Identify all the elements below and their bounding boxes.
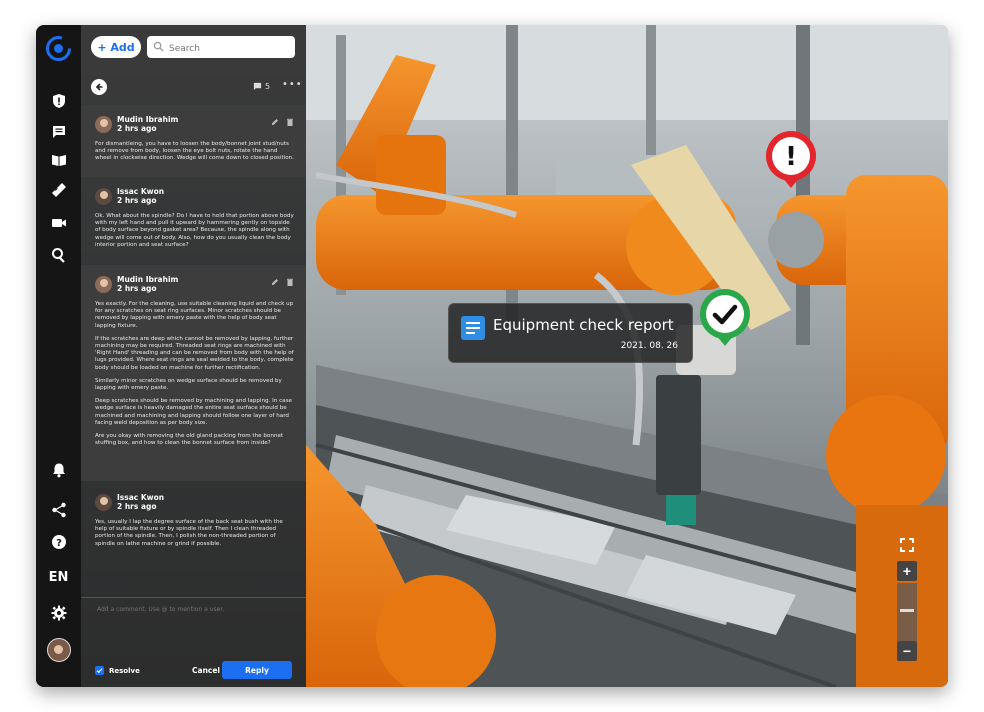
avatar xyxy=(95,115,112,133)
avatar xyxy=(95,493,112,511)
search-icon xyxy=(153,41,164,52)
help-icon[interactable]: ? xyxy=(45,528,72,555)
ruler-icon[interactable] xyxy=(45,176,72,203)
comment-author: Mudin Ibrahim xyxy=(117,275,179,284)
resolve-label: Resolve xyxy=(109,666,140,675)
reply-button[interactable]: Reply xyxy=(222,661,292,679)
comment-item: Issac Kwon 2 hrs ago Ok. What about the … xyxy=(81,177,306,265)
comment-time: 2 hrs ago xyxy=(117,196,157,205)
comment-count-value: 5 xyxy=(265,82,271,91)
warning-symbol: ! xyxy=(785,142,797,172)
comment-body: Ok. What about the spindle? Do I have to… xyxy=(95,213,294,249)
comment-item: Issac Kwon 2 hrs ago Yes, usually I lap … xyxy=(81,483,306,563)
search-input[interactable] xyxy=(167,38,291,60)
delete-icon[interactable] xyxy=(286,118,294,126)
comment-text: Yes exactly. For the cleaning, use suita… xyxy=(95,301,294,329)
comment-text: Deep scratches should be removed by mach… xyxy=(95,398,292,426)
comment-body: Yes, usually I lap the degree surface of… xyxy=(95,519,294,548)
comments-panel: + Add 5 ••• Mudin Ibrahim 2 hrs ago xyxy=(81,25,306,687)
language-selector[interactable]: EN xyxy=(45,564,72,591)
comment-text: Yes, usually I lap the degree surface of… xyxy=(95,519,283,547)
cancel-button[interactable]: Cancel xyxy=(186,665,226,676)
share-icon[interactable] xyxy=(45,496,72,523)
settings-icon[interactable] xyxy=(45,599,72,626)
edit-icon[interactable] xyxy=(271,278,279,286)
shield-alert-icon[interactable] xyxy=(45,87,72,114)
comment-body: Yes exactly. For the cleaning, use suita… xyxy=(95,301,294,447)
comment-text: Ok. What about the spindle? Do I have to… xyxy=(95,213,294,248)
delete-icon[interactable] xyxy=(286,278,294,286)
comment-body: For dismantleing, you have to loosen the… xyxy=(95,141,294,163)
comment-composer xyxy=(81,597,306,658)
comment-author: Issac Kwon xyxy=(117,187,165,196)
resolve-checkbox[interactable]: Resolve xyxy=(95,666,140,675)
search-icon[interactable] xyxy=(45,241,72,268)
comment-input[interactable] xyxy=(95,604,299,632)
comment-time: 2 hrs ago xyxy=(117,502,157,511)
comment-author: Mudin Ibrahim xyxy=(117,115,179,124)
report-title: Equipment check report xyxy=(493,316,674,334)
zoom-slider-track[interactable] xyxy=(897,583,917,641)
comment-icon[interactable] xyxy=(45,118,72,145)
report-date: 2021. 08. 26 xyxy=(620,341,678,351)
comment-count: 5 xyxy=(253,82,270,91)
bell-icon[interactable] xyxy=(45,456,72,483)
warning-marker-icon[interactable]: ! xyxy=(762,129,820,189)
comment-count-icon xyxy=(253,82,262,91)
zoom-in-button[interactable]: + xyxy=(897,561,917,581)
comment-time: 2 hrs ago xyxy=(117,124,157,133)
avatar xyxy=(95,275,112,293)
search-box xyxy=(147,36,295,60)
book-icon[interactable] xyxy=(45,146,72,173)
comment-text: Are you okay with removing the old gland… xyxy=(95,433,284,447)
svg-text:?: ? xyxy=(56,538,62,549)
checkbox-checked-icon[interactable] xyxy=(95,666,104,675)
edit-icon[interactable] xyxy=(271,118,279,126)
add-button[interactable]: + Add xyxy=(91,36,141,58)
comment-text: For dismantleing, you have to loosen the… xyxy=(95,141,294,162)
comment-item: Mudin Ibrahim 2 hrs ago For dismantleing… xyxy=(81,105,306,177)
document-icon xyxy=(461,316,485,340)
comment-time: 2 hrs ago xyxy=(117,284,157,293)
zoom-out-button[interactable]: − xyxy=(897,641,917,661)
equipment-report-card[interactable]: Equipment check report 2021. 08. 26 xyxy=(448,303,693,363)
logo-icon[interactable] xyxy=(45,35,72,62)
app-window: ? EN + Add 5 ••• xyxy=(36,25,948,687)
video-icon[interactable] xyxy=(45,209,72,236)
avatar xyxy=(95,187,112,205)
thread-header: 5 ••• xyxy=(81,75,306,101)
comment-text: Similarly minor scratches on wedge surfa… xyxy=(95,377,282,392)
ok-marker-icon[interactable] xyxy=(696,287,754,347)
more-options-icon[interactable]: ••• xyxy=(282,79,303,90)
comment-author: Issac Kwon xyxy=(117,493,165,502)
back-arrow-icon[interactable] xyxy=(91,79,107,95)
comment-text: If the scratches are deep which cannot b… xyxy=(95,335,294,371)
panel-toolbar: + Add xyxy=(81,25,306,69)
zoom-slider-handle[interactable] xyxy=(900,609,914,612)
comment-item: Mudin Ibrahim 2 hrs ago Yes exactly. For… xyxy=(81,265,306,481)
icon-rail: ? EN xyxy=(36,25,81,687)
fullscreen-icon[interactable] xyxy=(897,535,917,555)
user-avatar[interactable] xyxy=(45,636,72,663)
composer-footer: Resolve Cancel Reply xyxy=(81,657,306,687)
